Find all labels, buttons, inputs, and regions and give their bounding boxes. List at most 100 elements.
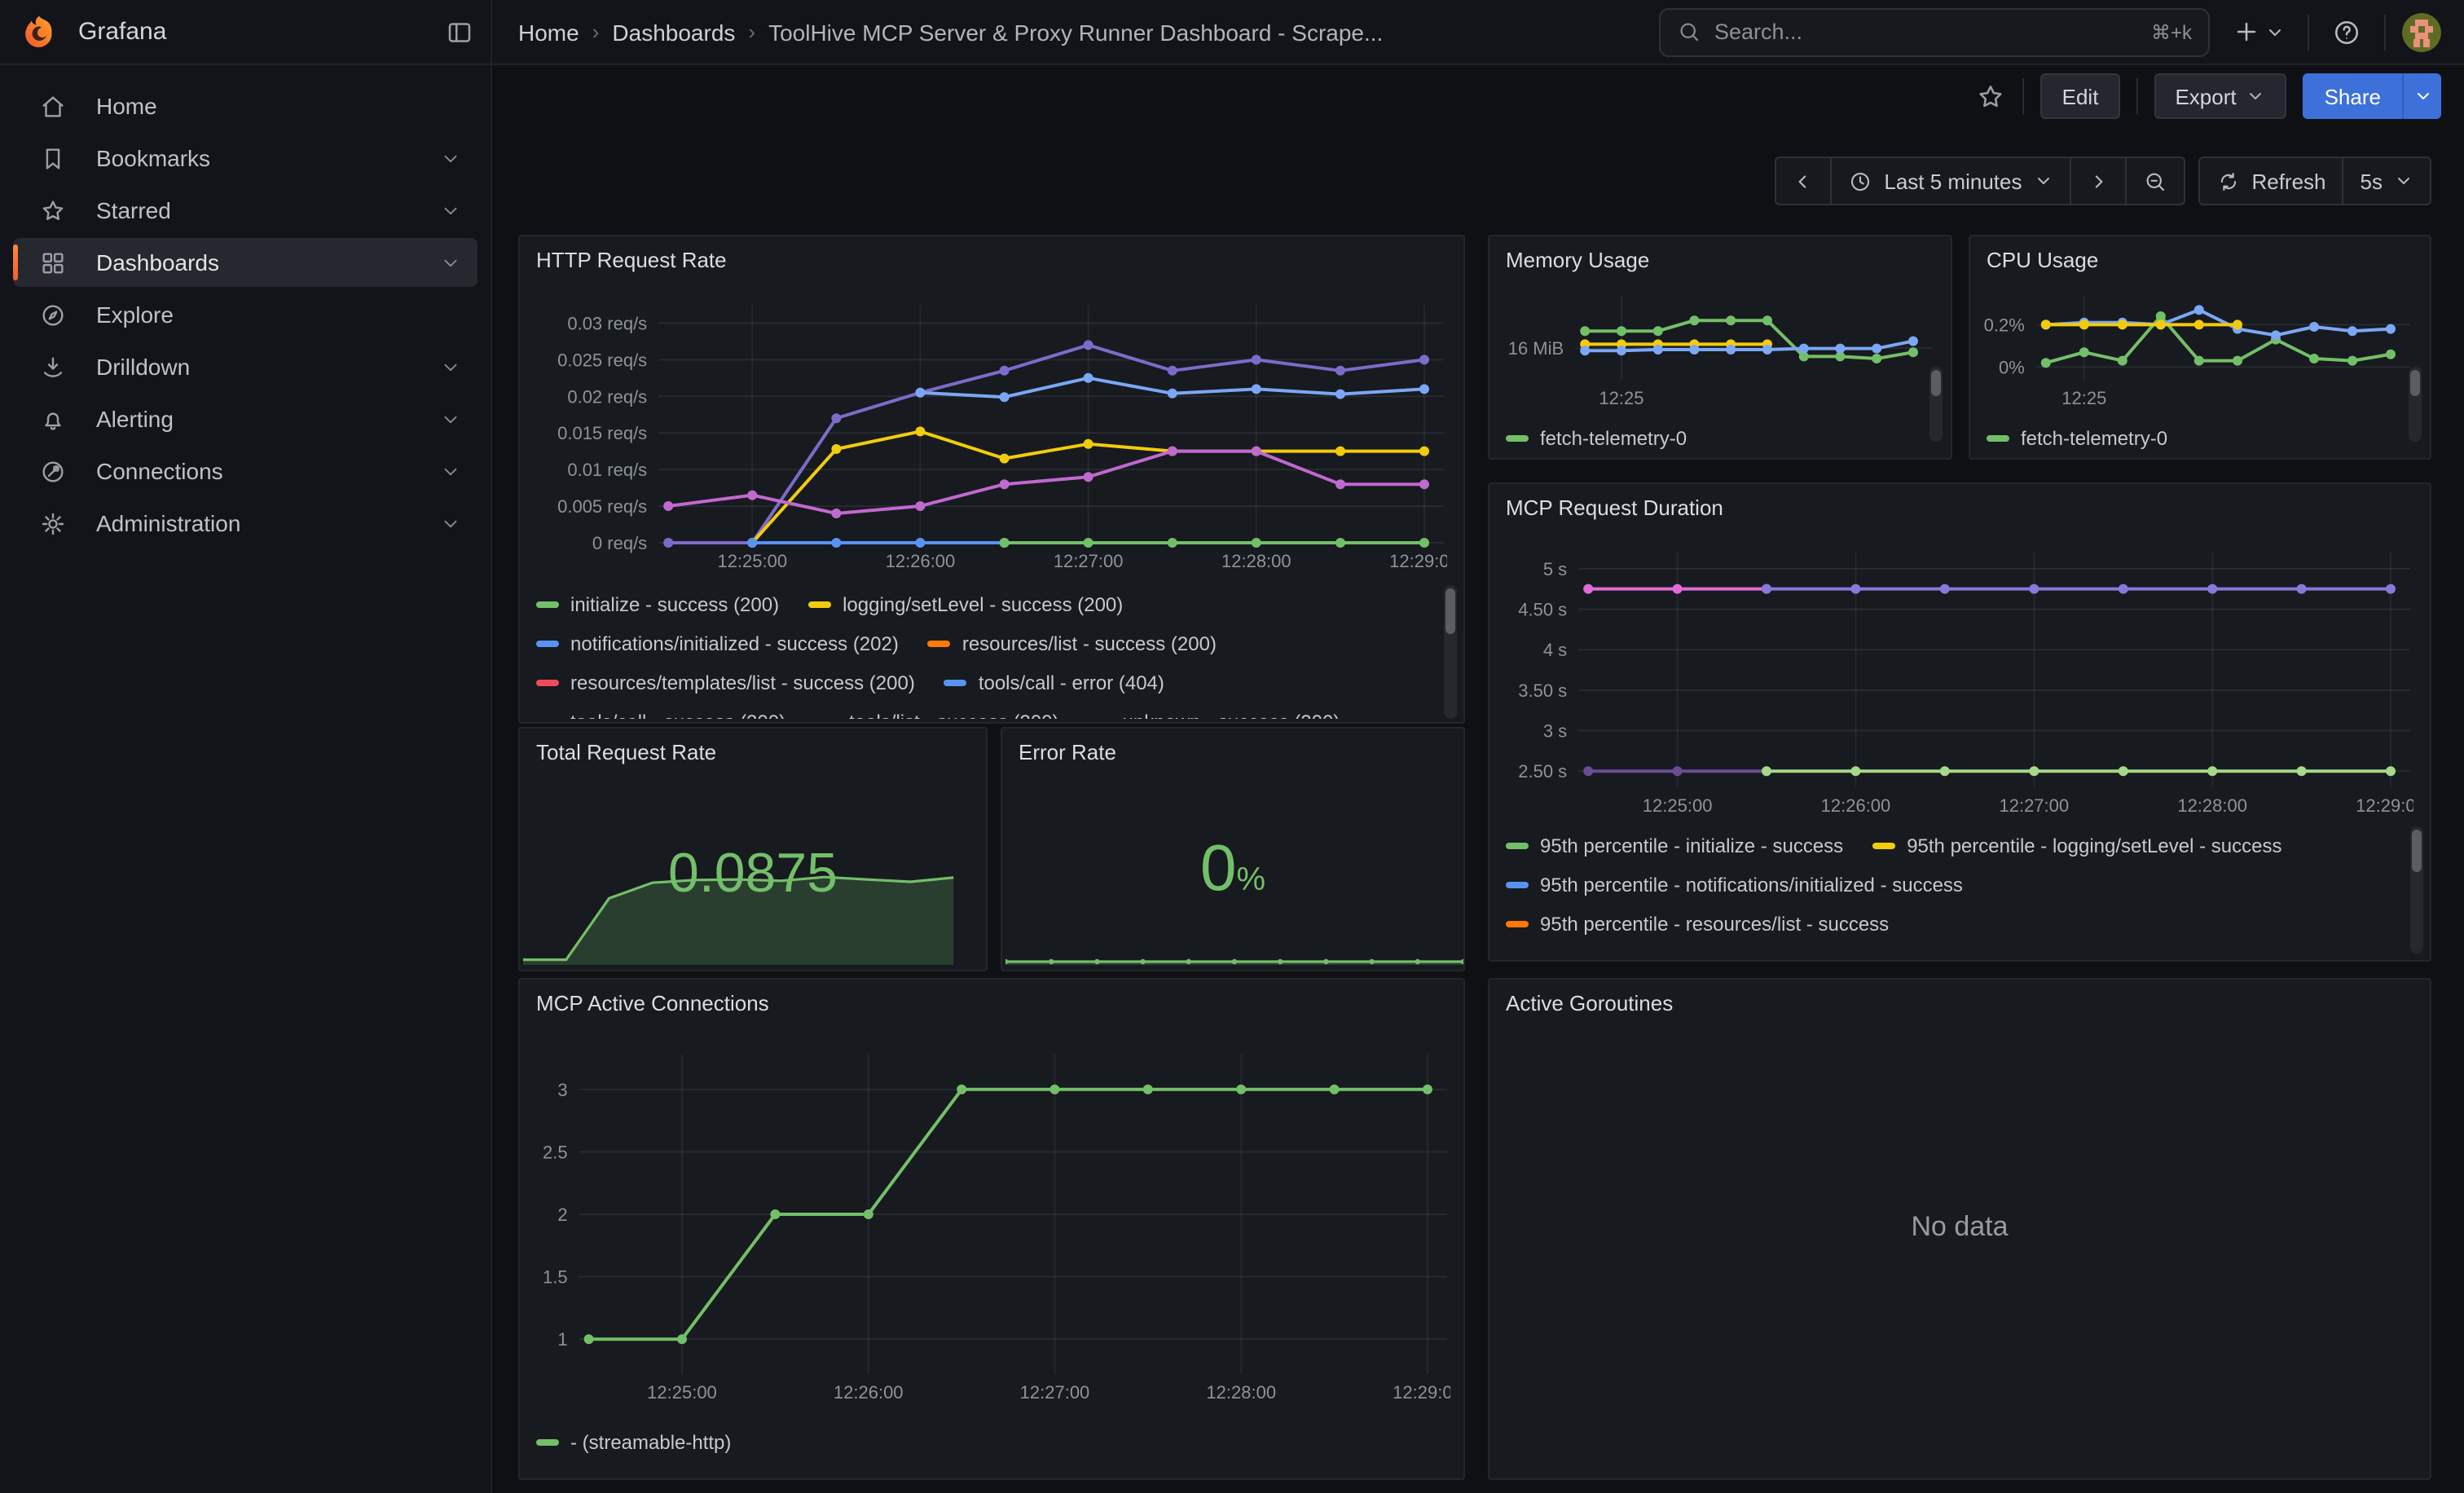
time-series-chart[interactable]: 12:25:0012:26:0012:27:0012:28:0012:29:00…	[530, 1042, 1450, 1407]
edit-button[interactable]: Edit	[2041, 73, 2120, 119]
time-range-picker[interactable]: Last 5 minutes	[1832, 158, 2070, 204]
stat-value: 0%	[1002, 833, 1463, 906]
sidebar-item-administration[interactable]: Administration	[13, 499, 477, 548]
legend-item[interactable]: 95th percentile - notifications/initiali…	[1506, 874, 1963, 896]
new-button[interactable]	[2226, 11, 2291, 52]
panel-title[interactable]: Error Rate	[1019, 740, 1116, 764]
sidebar-item-label: Dashboards	[96, 249, 219, 275]
sidebar-item-connections[interactable]: Connections	[13, 447, 477, 495]
time-series-chart[interactable]: 12:250.2%0%	[1977, 282, 2413, 412]
top-bar: Grafana Home › Dashboards › ToolHive MCP Ser…	[0, 0, 2464, 65]
sidebar-item-drilldown[interactable]: Drilldown	[13, 342, 477, 391]
legend-scrollbar[interactable]	[1444, 585, 1457, 719]
chevron-down-icon	[440, 408, 461, 429]
time-series-chart[interactable]: 12:2516 MiB	[1496, 282, 1936, 412]
legend-item[interactable]: - (streamable-http)	[536, 1431, 731, 1454]
sidebar-item-starred[interactable]: Starred	[13, 186, 477, 235]
stat-number: 0	[1200, 833, 1237, 905]
breadcrumb-separator: ›	[592, 20, 600, 44]
panel-mcp-request-duration: MCP Request Duration 12:25:0012:26:0012:…	[1488, 482, 2431, 962]
legend-row: initialize - success (200) logging/setLev…	[536, 585, 1434, 624]
search-input[interactable]: Search... ⌘+k	[1659, 7, 2210, 56]
legend-item[interactable]: 95th percentile - initialize - success	[1506, 835, 1843, 857]
sidebar-toggle-icon[interactable]	[445, 17, 474, 46]
refresh-interval-picker[interactable]: 5s	[2344, 158, 2430, 204]
legend: fetch-telemetry-0	[1987, 419, 2397, 455]
legend-label: resources/templates/list - success (200)	[570, 672, 915, 694]
sidebar-item-explore[interactable]: Explore	[13, 290, 477, 339]
legend-item[interactable]: 95th percentile - logging/setLevel - suc…	[1872, 835, 2281, 857]
sidebar-item-label: Drilldown	[96, 354, 190, 380]
legend-item[interactable]: resources/list - success (200)	[928, 632, 1217, 655]
svg-text:0.02 req/s: 0.02 req/s	[567, 386, 647, 407]
legend-item[interactable]: tools/call - success (200)	[536, 711, 785, 719]
svg-text:1.5: 1.5	[543, 1267, 568, 1288]
sidebar-item-home[interactable]: Home	[13, 81, 477, 130]
panel-title[interactable]: Active Goroutines	[1506, 991, 1673, 1015]
legend-item[interactable]: fetch-telemetry-0	[1506, 427, 1687, 450]
panel-title[interactable]: Total Request Rate	[536, 740, 716, 764]
legend-scrollbar[interactable]	[2409, 367, 2422, 442]
breadcrumb-item[interactable]: Home	[518, 19, 579, 45]
svg-text:12:27:00: 12:27:00	[1999, 795, 2069, 816]
favorite-star-button[interactable]	[1976, 81, 2007, 112]
zoom-out-button[interactable]	[2126, 158, 2183, 204]
panel-title[interactable]: CPU Usage	[1987, 248, 2098, 272]
legend-item[interactable]: resources/templates/list - success (200)	[536, 672, 915, 694]
legend-item[interactable]: 95th percentile - resources/templates/li…	[1506, 952, 1979, 953]
panel-total-request-rate: Total Request Rate 0.0875	[518, 727, 988, 971]
legend-item[interactable]: 95th percentile - resources/list - succe…	[1506, 913, 1889, 936]
gear-icon	[39, 509, 67, 537]
grafana-logo-icon[interactable]	[20, 12, 59, 51]
legend-item[interactable]: fetch-telemetry-0	[1987, 427, 2167, 450]
panel-error-rate: Error Rate 0%	[1001, 727, 1465, 971]
panel-title[interactable]: HTTP Request Rate	[536, 248, 727, 272]
legend-item[interactable]: initialize - success (200)	[536, 593, 779, 616]
legend-item[interactable]: unknown - success (200)	[1089, 711, 1340, 719]
svg-text:12:28:00: 12:28:00	[1206, 1382, 1276, 1403]
svg-text:3: 3	[557, 1080, 567, 1100]
legend-scrollbar[interactable]	[2410, 826, 2423, 953]
legend-label: 95th percentile - logging/setLevel - suc…	[1907, 835, 2281, 857]
share-button[interactable]: Share	[2303, 73, 2402, 119]
divider	[2384, 14, 2386, 50]
legend-item[interactable]: tools/list - success (200)	[815, 711, 1058, 719]
user-avatar[interactable]	[2402, 12, 2441, 51]
refresh-interval-label: 5s	[2361, 169, 2383, 193]
legend-item[interactable]: tools/call - error (404)	[944, 672, 1164, 694]
sidebar-item-bookmarks[interactable]: Bookmarks	[13, 134, 477, 183]
search-icon	[1677, 20, 1701, 44]
breadcrumb-item[interactable]: Dashboards	[612, 19, 735, 45]
time-shift-forward-button[interactable]	[2070, 158, 2126, 204]
legend-label: 95th percentile - resources/list - succe…	[1540, 913, 1889, 936]
export-label: Export	[2175, 84, 2236, 108]
refresh-button[interactable]: Refresh	[2199, 158, 2343, 204]
time-shift-back-button[interactable]	[1776, 158, 1832, 204]
sidebar-item-dashboards[interactable]: Dashboards	[13, 238, 477, 287]
panel-title[interactable]: MCP Request Duration	[1506, 495, 1723, 520]
legend-label: tools/list - success (200)	[849, 711, 1058, 719]
legend-scrollbar[interactable]	[1929, 367, 1943, 442]
legend-item[interactable]: notifications/initialized - success (202…	[536, 632, 899, 655]
svg-text:4.50 s: 4.50 s	[1518, 600, 1567, 620]
time-series-chart[interactable]: 12:25:0012:26:0012:27:0012:28:0012:29:00…	[530, 292, 1447, 575]
svg-text:0.015 req/s: 0.015 req/s	[557, 423, 647, 443]
grid-icon	[39, 249, 67, 276]
panel-title[interactable]: Memory Usage	[1506, 248, 1649, 272]
legend-item[interactable]: logging/setLevel - success (200)	[808, 593, 1123, 616]
export-button[interactable]: Export	[2154, 73, 2286, 119]
svg-text:12:25:00: 12:25:00	[717, 551, 787, 571]
breadcrumb-item[interactable]: ToolHive MCP Server & Proxy Runner Dashb…	[768, 19, 1383, 45]
svg-text:3 s: 3 s	[1543, 720, 1567, 741]
share-menu-button[interactable]	[2402, 73, 2441, 119]
chart-canvas: 12:2516 MiB	[1496, 282, 1936, 412]
help-button[interactable]	[2325, 11, 2368, 53]
breadcrumb-separator: ›	[748, 20, 755, 44]
svg-text:0.025 req/s: 0.025 req/s	[557, 350, 647, 370]
chart-canvas: 12:25:0012:26:0012:27:0012:28:0012:29:00…	[530, 292, 1447, 575]
panel-title[interactable]: MCP Active Connections	[536, 991, 769, 1015]
sidebar-item-alerting[interactable]: Alerting	[13, 394, 477, 443]
chevron-down-icon	[440, 148, 461, 169]
topbar-brand-section: Grafana	[0, 0, 492, 64]
time-series-chart[interactable]: 12:25:0012:26:0012:27:0012:28:0012:29:00…	[1499, 540, 2413, 820]
